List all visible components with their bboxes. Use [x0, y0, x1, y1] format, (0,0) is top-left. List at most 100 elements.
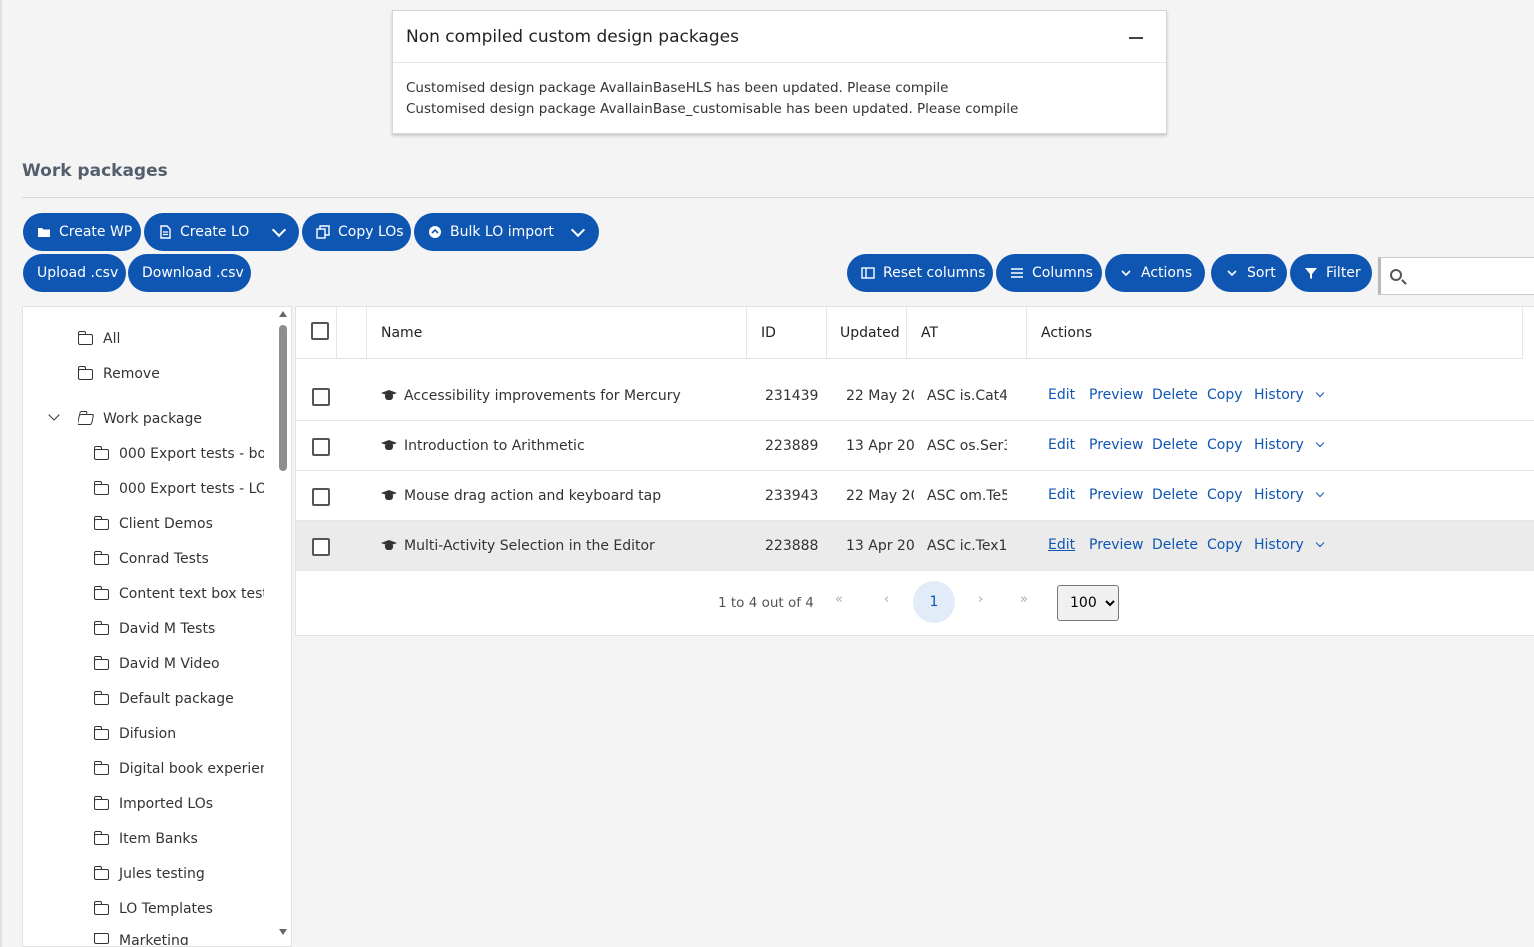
row-checkbox[interactable]	[312, 438, 330, 456]
copy-link[interactable]: Copy	[1207, 537, 1243, 553]
chevron-down-icon[interactable]	[1315, 538, 1325, 548]
current-page-button[interactable]: 1	[913, 581, 955, 623]
notification-header: Non compiled custom design packages	[393, 11, 1166, 63]
column-header-id[interactable]: ID	[761, 307, 776, 359]
history-link[interactable]: History	[1254, 487, 1304, 503]
tree-item[interactable]: Item Banks	[94, 828, 264, 850]
row-name[interactable]: Accessibility improvements for Mercury	[404, 371, 744, 421]
scrollbar-thumb[interactable]	[279, 325, 287, 471]
first-page-button[interactable]: «	[835, 592, 843, 607]
tree-item[interactable]: 000 Export tests - LOs	[94, 478, 264, 500]
history-link[interactable]: History	[1254, 437, 1304, 453]
last-page-button[interactable]: »	[1020, 592, 1028, 607]
notification-title: Non compiled custom design packages	[406, 26, 739, 47]
download-csv-button[interactable]: Download .csv	[128, 254, 251, 292]
scroll-up-icon[interactable]	[279, 311, 287, 317]
chevron-down-icon[interactable]	[1315, 488, 1325, 498]
preview-link[interactable]: Preview	[1089, 537, 1144, 553]
chevron-down-icon[interactable]	[570, 222, 586, 238]
row-checkbox[interactable]	[312, 488, 330, 506]
table-row[interactable]: Mouse drag action and keyboard tap 23394…	[296, 471, 1534, 521]
column-header-name[interactable]: Name	[381, 307, 422, 359]
edit-link[interactable]: Edit	[1048, 487, 1075, 503]
tree-item[interactable]: 000 Export tests - books	[94, 443, 264, 465]
row-checkbox[interactable]	[312, 538, 330, 556]
previous-page-button[interactable]: ‹	[884, 592, 889, 607]
minimize-icon[interactable]	[1128, 29, 1144, 45]
tree-item[interactable]: Difusion	[94, 723, 264, 745]
tree-item[interactable]: Client Demos	[94, 513, 264, 535]
actions-button[interactable]: Actions	[1105, 254, 1205, 292]
page-size-select[interactable]: 100	[1057, 585, 1119, 621]
row-at: ASC om.Te5	[927, 488, 1007, 504]
row-name[interactable]: Introduction to Arithmetic	[404, 421, 744, 471]
delete-link[interactable]: Delete	[1152, 437, 1198, 453]
preview-link[interactable]: Preview	[1089, 437, 1144, 453]
table-row[interactable]: Multi-Activity Selection in the Editor 2…	[296, 521, 1534, 571]
delete-link[interactable]: Delete	[1152, 387, 1198, 403]
preview-link[interactable]: Preview	[1089, 487, 1144, 503]
copy-link[interactable]: Copy	[1207, 487, 1243, 503]
chevron-down-icon[interactable]	[1315, 438, 1325, 448]
tree-item[interactable]: Default package	[94, 688, 264, 710]
tree-item[interactable]: Marketing	[94, 933, 264, 945]
create-wp-button[interactable]: Create WP	[23, 213, 141, 251]
tree-item[interactable]: Imported LOs	[94, 793, 264, 815]
row-updated: 22 May 2023	[846, 488, 914, 504]
notification-body: Customised design package AvallainBaseHL…	[393, 63, 1166, 120]
preview-link[interactable]: Preview	[1089, 387, 1144, 403]
copy-los-button[interactable]: Copy LOs	[302, 213, 411, 251]
tree-item[interactable]: David M Video	[94, 653, 264, 675]
history-link[interactable]: History	[1254, 537, 1304, 553]
tree-item-label: Work package	[103, 411, 203, 427]
scroll-down-icon[interactable]	[279, 929, 287, 935]
tree-item[interactable]: Conrad Tests	[94, 548, 264, 570]
search-box[interactable]	[1378, 257, 1534, 295]
reset-columns-button[interactable]: Reset columns	[847, 254, 993, 292]
upload-csv-button[interactable]: Upload .csv	[23, 254, 126, 292]
chevron-down-icon[interactable]	[271, 222, 287, 238]
tree-item-label: David M Tests	[119, 621, 216, 637]
tree-item-remove[interactable]: Remove	[78, 363, 160, 385]
row-id: 233943	[765, 488, 819, 504]
edit-link[interactable]: Edit	[1048, 437, 1075, 453]
bulk-lo-import-label: Bulk LO import	[450, 224, 554, 240]
bulk-lo-import-button[interactable]: Bulk LO import	[414, 213, 599, 251]
row-checkbox[interactable]	[312, 388, 330, 406]
create-wp-label: Create WP	[59, 224, 133, 240]
copy-link[interactable]: Copy	[1207, 437, 1243, 453]
create-lo-button[interactable]: Create LO	[144, 213, 299, 251]
copy-link[interactable]: Copy	[1207, 387, 1243, 403]
column-header-at[interactable]: AT	[921, 307, 938, 359]
edit-link[interactable]: Edit	[1048, 537, 1075, 553]
select-all-checkbox[interactable]	[311, 322, 329, 340]
tree-item-work-package[interactable]: Work package	[78, 408, 202, 430]
folder-icon	[94, 480, 109, 495]
edit-link[interactable]: Edit	[1048, 387, 1075, 403]
columns-button[interactable]: Columns	[996, 254, 1102, 292]
search-input[interactable]	[1411, 266, 1531, 288]
delete-link[interactable]: Delete	[1152, 487, 1198, 503]
history-link[interactable]: History	[1254, 387, 1304, 403]
tree-item[interactable]: David M Tests	[94, 618, 264, 640]
column-divider	[826, 307, 827, 359]
chevron-down-icon[interactable]	[1315, 388, 1325, 398]
delete-link[interactable]: Delete	[1152, 537, 1198, 553]
tree-item[interactable]: Jules testing	[94, 863, 264, 885]
next-page-button[interactable]: ›	[978, 592, 983, 607]
sort-button[interactable]: Sort	[1211, 254, 1287, 292]
tree-item-label: Item Banks	[119, 831, 198, 847]
row-name[interactable]: Mouse drag action and keyboard tap	[404, 471, 744, 521]
row-name[interactable]: Multi-Activity Selection in the Editor	[404, 521, 744, 571]
tree-item-all[interactable]: All	[78, 328, 120, 350]
actions-label: Actions	[1141, 265, 1193, 281]
folder-icon	[37, 225, 51, 239]
tree-item[interactable]: Content text box test	[94, 583, 264, 605]
tree-item[interactable]: LO Templates	[94, 898, 264, 920]
table-row[interactable]: Accessibility improvements for Mercury 2…	[296, 371, 1534, 421]
filter-button[interactable]: Filter	[1290, 254, 1372, 292]
table-row[interactable]: Introduction to Arithmetic 223889 13 Apr…	[296, 421, 1534, 471]
tree-item[interactable]: Digital book experience	[94, 758, 264, 780]
column-header-updated[interactable]: Updated	[840, 307, 900, 359]
folder-icon	[94, 760, 109, 775]
